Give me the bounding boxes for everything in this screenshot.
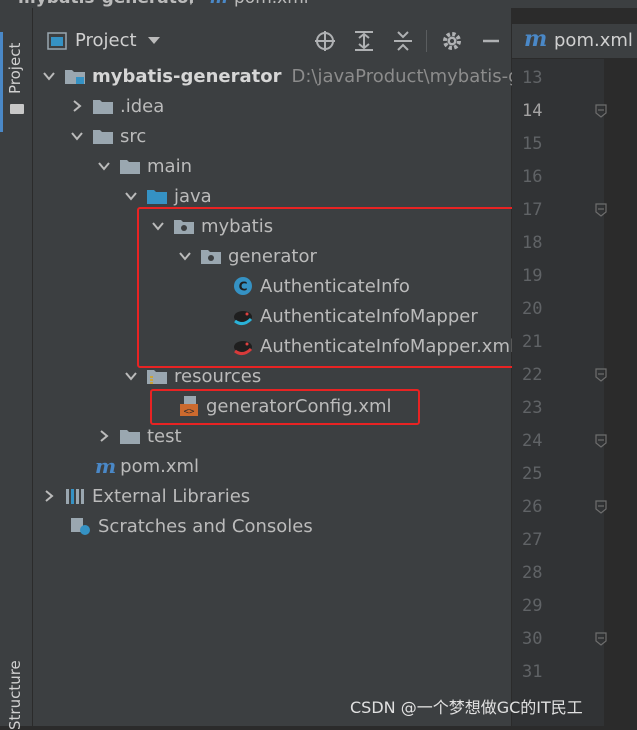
tree-item-label: mybatis-generator [92, 65, 282, 87]
tree-item-label: main [147, 155, 192, 177]
line-number: 29 [522, 596, 543, 616]
line-number: 19 [522, 266, 543, 286]
chevron-right-icon[interactable] [42, 489, 56, 503]
chevron-down-icon[interactable] [124, 189, 138, 203]
line-number: 17 [522, 200, 543, 220]
left-tool-strip: Project Structure [0, 8, 33, 730]
chevron-right-icon[interactable] [70, 99, 84, 113]
line-number: 24 [522, 431, 543, 451]
line-number: 30 [522, 629, 543, 649]
collapse-all-icon[interactable] [390, 28, 416, 54]
breadcrumb-project[interactable]: mybatis-generator [18, 0, 197, 8]
resources-folder-icon [147, 370, 167, 384]
tree-item-main[interactable]: main [97, 151, 192, 181]
chevron-down-icon[interactable] [97, 159, 111, 173]
line-number: 18 [522, 233, 543, 253]
tree-item-label: src [120, 125, 147, 147]
folder-icon [93, 130, 113, 144]
line-number: 23 [522, 398, 543, 418]
fold-marker-icon[interactable] [595, 632, 607, 646]
library-icon [66, 489, 84, 504]
line-number: 15 [522, 134, 543, 154]
project-panel-header: Project [33, 24, 511, 58]
maven-icon: m [210, 0, 228, 8]
breadcrumb-separator: / [190, 0, 196, 8]
chevron-down-icon[interactable] [42, 69, 56, 83]
line-number: 16 [522, 167, 543, 187]
folder-icon [120, 160, 140, 174]
fold-marker-icon[interactable] [595, 500, 607, 514]
line-number: 13 [522, 68, 543, 88]
editor-gutter [512, 59, 604, 726]
line-number: 22 [522, 365, 543, 385]
tree-item-label: External Libraries [92, 485, 251, 507]
chevron-down-icon[interactable] [124, 369, 138, 383]
tree-item-src[interactable]: src [70, 121, 146, 151]
folder-icon [120, 430, 140, 444]
line-number: 27 [522, 530, 543, 550]
tree-item-label: resources [174, 365, 262, 387]
tree-item-scratches[interactable]: Scratches and Consoles [70, 511, 313, 541]
tree-item-external-libraries[interactable]: External Libraries [42, 481, 250, 511]
chevron-right-icon[interactable] [97, 429, 111, 443]
tree-item-pom[interactable]: m pom.xml [95, 451, 199, 481]
maven-icon: m [95, 454, 117, 478]
gear-icon[interactable] [439, 28, 465, 54]
tree-item-label: pom.xml [120, 455, 200, 477]
watermark: CSDN @一个梦想做GC的IT民工 [350, 698, 583, 717]
editor-tab-pom[interactable]: pom.xml [554, 30, 633, 51]
toolbar-divider [426, 30, 427, 52]
line-number: 20 [522, 299, 543, 319]
line-number: 21 [522, 332, 543, 352]
tree-item-root[interactable]: mybatis-generator D:\javaProduct\mybatis… [42, 61, 542, 91]
module-folder-icon [65, 70, 85, 84]
line-number: 28 [522, 563, 543, 583]
fold-marker-icon[interactable] [595, 203, 607, 217]
tree-item-idea[interactable]: .idea [70, 91, 164, 121]
project-view-icon [47, 32, 67, 50]
highlight-box-mapper-files [137, 207, 533, 368]
panel-title[interactable]: Project [75, 30, 137, 51]
tree-item-test[interactable]: test [97, 421, 182, 451]
fold-marker-icon[interactable] [595, 368, 607, 382]
fold-marker-icon[interactable] [595, 434, 607, 448]
folder-icon [93, 100, 113, 114]
highlight-box-generator-config [150, 389, 420, 425]
editor-tab-bar: m pom.xml [512, 24, 637, 59]
expand-all-icon[interactable] [351, 28, 377, 54]
tree-item-label: .idea [120, 95, 165, 117]
fold-marker-icon[interactable] [595, 104, 607, 118]
chevron-down-icon[interactable] [147, 36, 161, 46]
line-number: 25 [522, 464, 543, 484]
structure-tool-tab[interactable]: Structure [6, 660, 24, 730]
tree-item-label: java [174, 185, 212, 207]
line-number: 14 [522, 101, 543, 121]
line-number: 26 [522, 497, 543, 517]
project-folder-icon [10, 104, 24, 114]
minimize-icon[interactable] [478, 28, 504, 54]
source-folder-icon [147, 190, 167, 204]
scratches-icon [71, 518, 90, 535]
tree-item-path: D:\javaProduct\mybatis-gen [291, 65, 543, 87]
locate-icon[interactable] [312, 28, 338, 54]
chevron-down-icon[interactable] [70, 129, 84, 143]
tree-item-label: test [147, 425, 182, 447]
project-tool-tab[interactable]: Project [6, 43, 24, 94]
line-number: 31 [522, 662, 543, 682]
maven-icon: m [524, 26, 548, 52]
active-tab-indicator [0, 32, 3, 132]
editor-area[interactable] [604, 59, 637, 726]
tree-item-label: Scratches and Consoles [98, 515, 313, 537]
breadcrumb-file[interactable]: pom.xml [234, 0, 309, 8]
